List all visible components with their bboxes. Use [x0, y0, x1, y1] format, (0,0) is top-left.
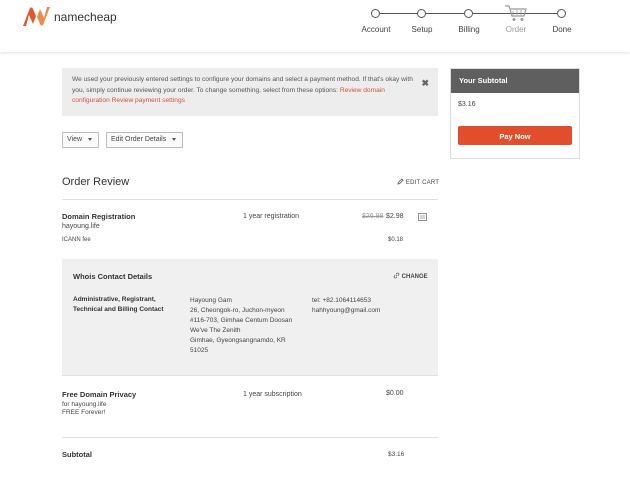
- address-line: Gimhae, Gyeongsangnamdo, KR: [190, 337, 286, 344]
- pencil-icon: [397, 178, 404, 185]
- subtotal-sidebar: Your Subtotal $3.16 Pay Now: [450, 68, 580, 159]
- divider: [62, 375, 438, 376]
- privacy-term: 1 year subscription: [243, 391, 302, 398]
- privacy-for-domain: for hayoung.life: [62, 401, 107, 408]
- divider: [62, 437, 438, 438]
- top-header: namecheap Account Setup Billing Order Do…: [0, 0, 630, 52]
- domain-registration-title: Domain Registration: [62, 212, 136, 221]
- whois-title: Whois Contact Details: [73, 272, 153, 281]
- configuration-notice: We used your previously entered settings…: [62, 68, 438, 116]
- change-whois-link[interactable]: CHANGE: [393, 272, 428, 280]
- edit-cart-label: EDIT CART: [405, 180, 440, 186]
- link-icon: [393, 272, 400, 279]
- step-dot-setup: [417, 9, 426, 18]
- order-review-title: Order Review: [62, 176, 130, 188]
- address-line: #116-703, Gimhae Centum Doosan: [190, 317, 293, 324]
- caret-down-icon: [88, 137, 93, 141]
- domain-price: $2.98: [386, 213, 404, 220]
- subtotal-label: Subtotal: [62, 450, 92, 459]
- step-label-done: Done: [552, 25, 572, 34]
- view-dropdown-label: View: [67, 136, 83, 143]
- server-icon[interactable]: [418, 213, 427, 221]
- edit-order-details-label: Edit Order Details: [111, 136, 167, 143]
- step-dot-billing: [464, 9, 473, 18]
- domain-privacy-title: Free Domain Privacy: [62, 390, 137, 399]
- registration-term: 1 year registration: [243, 213, 300, 220]
- close-icon[interactable]: ✖: [421, 78, 429, 89]
- address-line: We've The Zenith: [190, 327, 241, 334]
- privacy-note: FREE Forever!: [62, 409, 106, 416]
- caret-down-icon: [172, 137, 177, 141]
- subtotal-sidebar-title: Your Subtotal: [451, 69, 579, 93]
- step-dot-done: [557, 9, 566, 18]
- contact-roles: Administrative, Registrant, Technical an…: [73, 296, 164, 313]
- icann-fee-price: $0.18: [388, 237, 404, 243]
- edit-order-details-dropdown[interactable]: Edit Order Details: [106, 132, 184, 148]
- privacy-price: $0.00: [386, 390, 404, 397]
- domain-name: hayoung.life: [62, 223, 100, 230]
- checkout-progress: Account Setup Billing Order Done: [0, 0, 630, 52]
- subtotal-sidebar-amount: $3.16: [458, 101, 476, 108]
- step-dot-account: [371, 9, 380, 18]
- divider: [62, 199, 438, 200]
- address-line: 51025: [190, 347, 209, 354]
- original-price: $26.98: [362, 213, 384, 220]
- pay-now-button[interactable]: Pay Now: [458, 126, 572, 145]
- address-line: Hayoung Gam: [190, 297, 232, 304]
- contact-email: hahhyoung@gmail.com: [312, 307, 381, 314]
- change-label: CHANGE: [401, 274, 428, 280]
- address-line: 26, Cheongok-ro, Juchon-myeon: [190, 307, 285, 314]
- contact-phone: tel: +82.1064114653: [312, 297, 371, 304]
- subtotal-value: $3.16: [388, 451, 405, 458]
- edit-cart-link[interactable]: EDIT CART: [397, 178, 439, 186]
- cart-icon: [505, 5, 527, 21]
- view-dropdown[interactable]: View: [62, 132, 100, 148]
- review-payment-settings-link[interactable]: Review payment settings: [112, 97, 185, 104]
- icann-fee-label: ICANN fee: [62, 237, 91, 243]
